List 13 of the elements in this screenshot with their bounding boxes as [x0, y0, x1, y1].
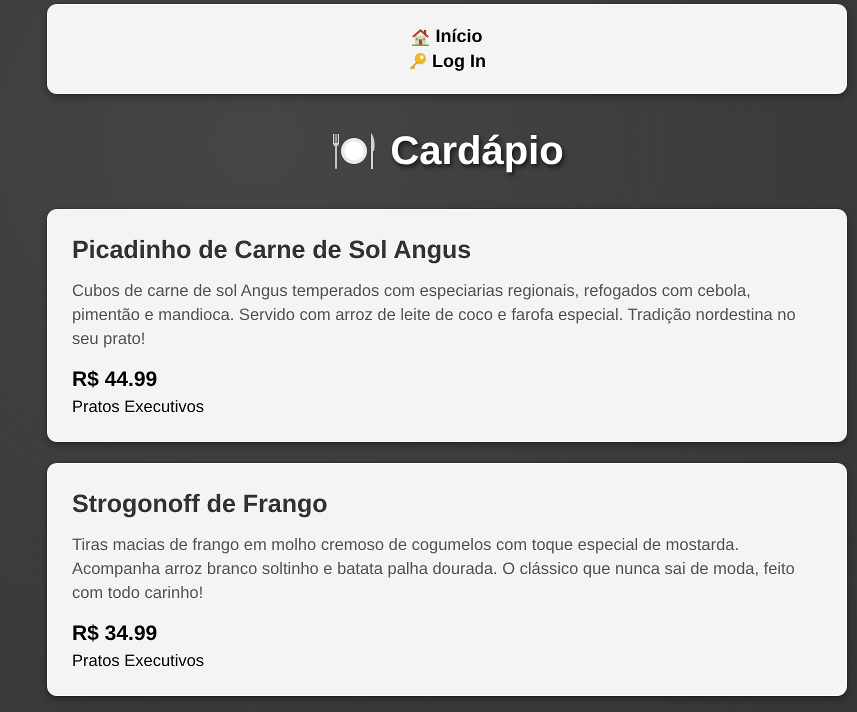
dish-name: Picadinho de Carne de Sol Angus — [72, 235, 472, 266]
house-icon — [411, 27, 430, 46]
nav-link[interactable]: Início — [411, 24, 482, 49]
dish-name: Strogonoff de Frango — [72, 489, 328, 520]
nav-link[interactable]: Log In — [408, 49, 486, 74]
dish-category: Pratos Executivos — [72, 651, 204, 672]
dish-price: R$ 34.99 — [72, 621, 158, 647]
page-heading: Cardápio — [390, 128, 564, 175]
dish-description: Cubos de carne de sol Angus temperados com especiarias regionais, refogados com cebola, pimentão e mandioca. Servido com arroz de leite de coco e farofa especial. Tradição nordestina no seu prato! — [72, 281, 797, 350]
key-icon — [408, 52, 427, 71]
dish-description: Tiras macias de frango em molho cremoso de cogumelos com toque especial de mostarda. Acompanha arroz branco soltinho e batata palha dourada. O clássico que nunca sai de moda, feito com todo carinho! — [72, 535, 796, 604]
dish-price: R$ 44.99 — [72, 367, 158, 393]
dish-category: Pratos Executivos — [72, 397, 204, 418]
